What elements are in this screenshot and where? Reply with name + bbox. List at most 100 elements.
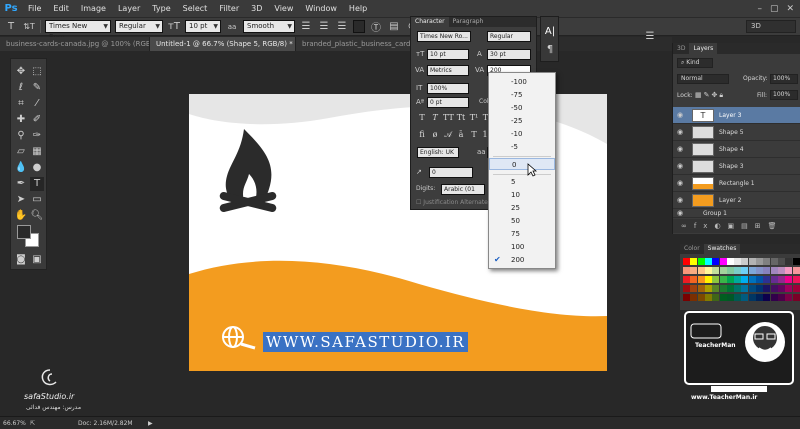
blur-tool-icon[interactable]: 💧: [14, 161, 28, 175]
color-swatch[interactable]: [726, 258, 734, 265]
color-swatch[interactable]: [792, 276, 800, 283]
color-swatch[interactable]: [719, 285, 727, 292]
menu-image[interactable]: Image: [75, 0, 112, 17]
color-swatch[interactable]: [690, 294, 698, 301]
layer-row-rectangle-1[interactable]: ◉ Rectangle 1: [673, 175, 800, 192]
color-swatch[interactable]: [748, 267, 756, 274]
color-swatch[interactable]: [734, 258, 742, 265]
font-style-select[interactable]: Regular ▼: [115, 20, 163, 33]
eraser-tool-icon[interactable]: ▱: [14, 145, 28, 159]
layer-row-group-1[interactable]: ◉ Group 1: [673, 209, 800, 218]
color-swatch[interactable]: [697, 267, 705, 274]
menu-layer[interactable]: Layer: [112, 0, 146, 17]
color-swatch[interactable]: [785, 285, 793, 292]
char-kerning-select[interactable]: Metrics: [427, 65, 469, 76]
tracking-option[interactable]: 10: [489, 189, 555, 201]
color-swatch[interactable]: [712, 258, 720, 265]
color-swatch[interactable]: [741, 294, 749, 301]
menu-help[interactable]: Help: [343, 0, 373, 17]
eye-icon[interactable]: ◉: [677, 209, 683, 218]
zoom-level[interactable]: 66.67%: [3, 417, 26, 429]
color-swatch[interactable]: [777, 276, 785, 283]
tab-character[interactable]: Character: [411, 17, 449, 27]
faux-bold-button[interactable]: T: [417, 113, 427, 123]
color-swatch[interactable]: [785, 267, 793, 274]
color-swatch[interactable]: [756, 267, 763, 274]
color-swatch[interactable]: [697, 258, 705, 265]
color-swatch[interactable]: [756, 285, 763, 292]
char-vertical-scale-input[interactable]: 100%: [427, 83, 469, 94]
tracking-option[interactable]: -5: [489, 141, 555, 153]
menu-3d[interactable]: 3D: [245, 0, 268, 17]
menu-file[interactable]: File: [22, 0, 47, 17]
type-tool-icon[interactable]: T: [30, 177, 44, 191]
color-swatch[interactable]: [770, 276, 778, 283]
history-brush-tool-icon[interactable]: ✑: [30, 129, 44, 143]
menu-view[interactable]: View: [268, 0, 299, 17]
color-swatch[interactable]: [726, 285, 734, 292]
tracking-option[interactable]: 50: [489, 215, 555, 227]
tracking-option[interactable]: 5: [489, 176, 555, 188]
color-swatch[interactable]: [726, 276, 734, 283]
share-icon[interactable]: ⇱: [30, 417, 35, 429]
char-leading-select[interactable]: 30 pt: [487, 49, 531, 60]
menu-edit[interactable]: Edit: [47, 0, 75, 17]
maximize-button[interactable]: ▢: [770, 4, 779, 14]
pen-tool-icon[interactable]: ✒: [14, 177, 28, 191]
align-left-icon[interactable]: ☰: [299, 21, 313, 32]
move-tool-icon[interactable]: ✥: [14, 65, 28, 79]
char-font-family-select[interactable]: Times New Ro...: [417, 31, 471, 42]
layer-name[interactable]: Layer 3: [719, 107, 741, 124]
color-swatch[interactable]: [683, 285, 690, 292]
color-swatch[interactable]: [763, 294, 771, 301]
lasso-tool-icon[interactable]: ℓ: [14, 81, 28, 95]
character-panel-icon[interactable]: A|: [543, 25, 557, 39]
layer-row-shape-3[interactable]: ◉ Shape 3: [673, 158, 800, 175]
color-swatch[interactable]: [763, 267, 771, 274]
color-swatch[interactable]: [741, 267, 749, 274]
stylistic-button[interactable]: ā: [456, 130, 466, 140]
color-swatch[interactable]: [690, 285, 698, 292]
clone-stamp-tool-icon[interactable]: ⚲: [14, 129, 28, 143]
healing-brush-tool-icon[interactable]: ✚: [14, 113, 28, 127]
color-swatch[interactable]: [763, 276, 771, 283]
color-swatch[interactable]: [785, 258, 793, 265]
eyedropper-tool-icon[interactable]: ⁄: [30, 97, 44, 111]
color-swatch[interactable]: [777, 294, 785, 301]
layer-row-layer-2[interactable]: ◉ Layer 2: [673, 192, 800, 209]
layer-row-layer-3[interactable]: ◉ T Layer 3: [673, 107, 800, 124]
doc-tab-business-cards[interactable]: business-cards-canada.jpg @ 100% (RGB/8#…: [0, 37, 150, 51]
menu-window[interactable]: Window: [299, 0, 343, 17]
color-swatch[interactable]: [792, 294, 800, 301]
quick-select-tool-icon[interactable]: ✎: [30, 81, 44, 95]
color-swatch[interactable]: [741, 258, 749, 265]
layer-row-shape-5[interactable]: ◉ Shape 5: [673, 124, 800, 141]
align-right-icon[interactable]: ☰: [335, 21, 349, 32]
titling-button[interactable]: T: [469, 130, 479, 140]
color-swatch[interactable]: [719, 294, 727, 301]
color-swatch[interactable]: [748, 258, 756, 265]
tracking-option[interactable]: -50: [489, 102, 555, 114]
crop-tool-icon[interactable]: ⌗: [14, 97, 28, 111]
menu-filter[interactable]: Filter: [213, 0, 245, 17]
color-swatch[interactable]: [712, 276, 720, 283]
minimize-button[interactable]: –: [757, 4, 762, 14]
document-info[interactable]: Doc: 2.16M/2.82M: [78, 417, 133, 429]
char-font-size-select[interactable]: 10 pt: [427, 49, 469, 60]
font-family-select[interactable]: Times New Rom...▼: [45, 20, 111, 41]
color-swatch[interactable]: [792, 285, 800, 292]
screen-mode-icon[interactable]: ▣: [30, 253, 44, 267]
color-swatch[interactable]: [777, 285, 785, 292]
tab-layers[interactable]: Layers: [689, 43, 718, 54]
color-swatch[interactable]: [756, 258, 763, 265]
blend-mode-select[interactable]: Normal: [677, 74, 729, 84]
path-select-tool-icon[interactable]: ➤: [14, 193, 28, 207]
color-swatch[interactable]: [712, 267, 720, 274]
digits-select[interactable]: Arabic (01: [441, 184, 485, 195]
opacity-input[interactable]: 100%: [770, 74, 798, 84]
menu-type[interactable]: Type: [146, 0, 176, 17]
history-panel-icon[interactable]: ☰: [643, 30, 657, 44]
color-swatch[interactable]: [741, 285, 749, 292]
quick-mask-icon[interactable]: ◙: [14, 253, 28, 267]
color-swatch[interactable]: [748, 285, 756, 292]
